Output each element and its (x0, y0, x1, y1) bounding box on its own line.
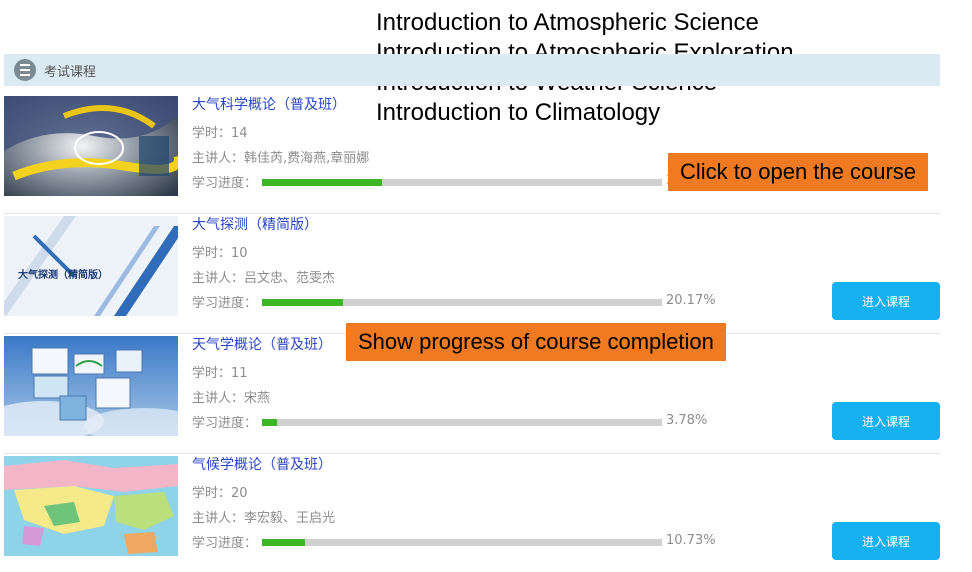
course-row: 大气探测（精简版） 大气探测（精简版） 学时：10 主讲人：吕文忠、范雯杰 学习… (4, 214, 940, 334)
course-thumbnail[interactable] (4, 336, 178, 436)
course-lecturers: 主讲人：李宏毅、王启光 (192, 511, 336, 526)
open-course-callout: Click to open the course (668, 153, 929, 191)
course-title[interactable]: 大气科学概论（普及班） (192, 94, 346, 114)
course-title[interactable]: 大气探测（精简版） (192, 214, 318, 234)
thumbnail-caption: 大气探测（精简版） (18, 268, 108, 281)
progress-fill (262, 179, 382, 186)
course-hours: 学时：14 (192, 126, 248, 141)
overlay-title: Introduction to Atmospheric Science (376, 9, 759, 36)
course-title[interactable]: 气候学概论（普及班） (192, 454, 332, 474)
progress-bar (262, 299, 662, 306)
weather-charts-image (4, 336, 178, 436)
progress-bar (262, 539, 662, 546)
progress-callout: Show progress of course completion (346, 323, 726, 361)
course-lecturers: 主讲人：宋燕 (192, 391, 271, 406)
progress-fill (262, 419, 278, 426)
enter-course-button[interactable]: 进入课程 (832, 522, 940, 560)
progress-percent: 20.17% (666, 293, 716, 308)
progress-label: 学习进度： (192, 416, 258, 431)
course-thumbnail[interactable] (4, 456, 178, 556)
climate-map-image (4, 456, 178, 556)
course-thumbnail[interactable]: 大气探测（精简版） (4, 216, 178, 316)
atmosphere-satellite-image (4, 96, 178, 196)
progress-percent: 10.73% (666, 533, 716, 548)
progress-fill (262, 299, 343, 306)
course-title[interactable]: 天气学概论（普及班） (192, 334, 332, 354)
course-lecturers: 主讲人：吕文忠、范雯杰 (192, 271, 336, 286)
progress-label: 学习进度： (192, 296, 258, 311)
course-hours: 学时：11 (192, 366, 248, 381)
course-thumbnail[interactable] (4, 96, 178, 196)
progress-bar (262, 179, 662, 186)
list-icon (14, 59, 36, 81)
progress-bar (262, 419, 662, 426)
atmospheric-exploration-cover: 大气探测（精简版） (4, 216, 178, 316)
course-hours: 学时：10 (192, 246, 248, 261)
progress-label: 学习进度： (192, 536, 258, 551)
enter-course-button[interactable]: 进入课程 (832, 402, 940, 440)
course-hours: 学时：20 (192, 486, 248, 501)
progress-percent: 3.78% (666, 413, 708, 428)
course-row: 气候学概论（普及班） 学时：20 主讲人：李宏毅、王启光 学习进度： 10.73… (4, 454, 940, 572)
enter-course-button[interactable]: 进入课程 (832, 282, 940, 320)
course-lecturers: 主讲人：韩佳芮,费海燕,章丽娜 (192, 151, 370, 166)
section-title: 考试课程 (44, 64, 97, 80)
progress-label: 学习进度： (192, 176, 258, 191)
section-header: 考试课程 (4, 54, 940, 86)
progress-fill (262, 539, 305, 546)
